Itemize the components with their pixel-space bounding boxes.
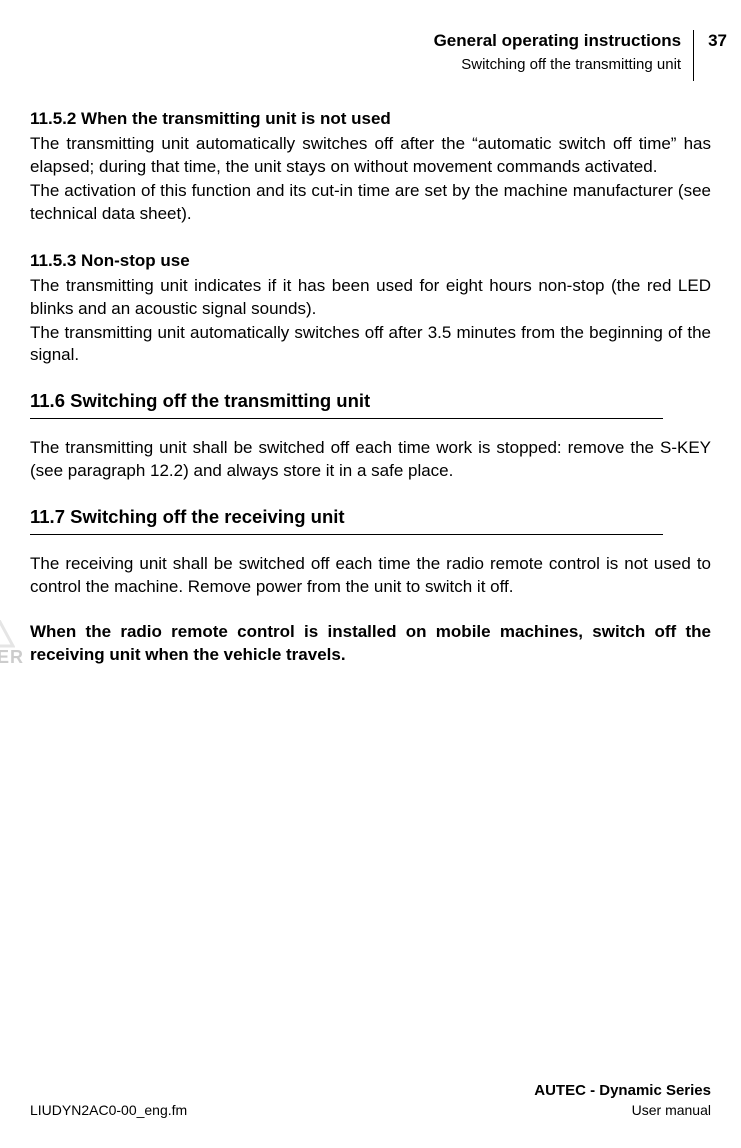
paragraph: The activation of this function and its … [30, 180, 711, 226]
page-content: 11.5.2 When the transmitting unit is not… [30, 108, 711, 667]
header-subtitle: Switching off the transmitting unit [434, 55, 682, 75]
footer-filename: LIUDYN2AC0-00_eng.fm [30, 1101, 187, 1120]
heading-11-6: 11.6 Switching off the transmitting unit [30, 389, 663, 419]
heading-11-5-2: 11.5.2 When the transmitting unit is not… [30, 108, 711, 131]
heading-11-5-3: 11.5.3 Non-stop use [30, 250, 711, 273]
paragraph: The receiving unit shall be switched off… [30, 553, 711, 599]
page-number: 37 [694, 30, 741, 53]
page-header: General operating instructions Switching… [434, 30, 741, 81]
watermark-triangle-icon [0, 620, 15, 655]
footer-brand: AUTEC - Dynamic Series [534, 1081, 711, 1101]
header-text-block: General operating instructions Switching… [434, 30, 695, 81]
paragraph: The transmitting unit indicates if it ha… [30, 275, 711, 321]
paragraph-bold: When the radio remote control is install… [30, 621, 711, 667]
paragraph: The transmitting unit automatically swit… [30, 133, 711, 179]
header-title: General operating instructions [434, 30, 682, 53]
paragraph: The transmitting unit shall be switched … [30, 437, 711, 483]
footer-doc-type: User manual [534, 1101, 711, 1120]
footer-right-block: AUTEC - Dynamic Series User manual [534, 1081, 711, 1120]
paragraph: The transmitting unit automatically swit… [30, 322, 711, 368]
watermark-text: GER [0, 645, 24, 669]
heading-11-7: 11.7 Switching off the receiving unit [30, 505, 663, 535]
page-footer: LIUDYN2AC0-00_eng.fm AUTEC - Dynamic Ser… [30, 1081, 711, 1120]
